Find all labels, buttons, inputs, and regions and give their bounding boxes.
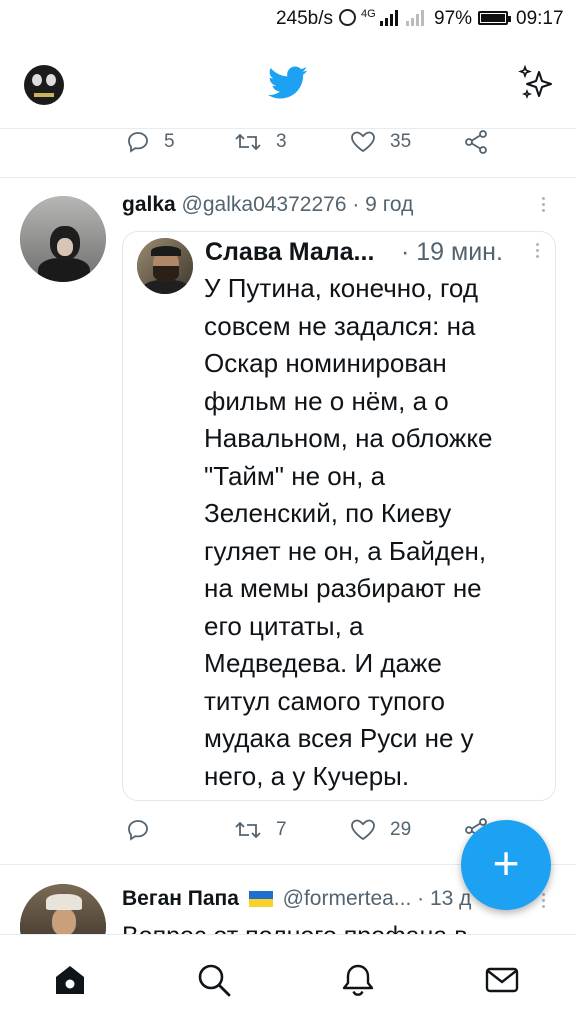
like-count: 35	[390, 131, 412, 152]
tweet2-author-handle[interactable]: @formertea...	[283, 887, 412, 910]
ukraine-flag-icon	[248, 891, 273, 907]
quoted-text: У Путина, конечно, год совсем не задался…	[204, 273, 493, 791]
twitter-bird-icon[interactable]	[268, 66, 308, 100]
quoted-more-icon	[536, 240, 540, 261]
status-bar: 245b/s 4G 97% 09:17	[0, 0, 576, 38]
tweet2-header: Веган Папа @formertea... · 13 д	[122, 887, 471, 911]
profile-avatar[interactable]	[24, 65, 64, 105]
like-count: 29	[390, 819, 412, 840]
network-type: 4G	[361, 8, 376, 20]
bottom-navigation	[0, 934, 576, 1025]
tweet-author-handle[interactable]: @galka04372276	[182, 193, 347, 216]
battery-icon	[478, 11, 511, 25]
like-button[interactable]: 35	[350, 130, 411, 154]
retweet-count: 3	[276, 131, 287, 152]
plus-icon: +	[492, 837, 520, 889]
reply-button[interactable]: 5	[126, 130, 175, 154]
retweet-icon	[235, 133, 261, 151]
home-icon[interactable]	[52, 962, 88, 998]
compose-tweet-button[interactable]: +	[461, 820, 551, 910]
signal-icon-secondary	[406, 10, 424, 26]
reply-icon	[128, 820, 148, 841]
quoted-tweet[interactable]: Слава Мала... · 19 мин. У Путина, конечн…	[122, 231, 556, 801]
battery-percent: 97%	[434, 8, 473, 29]
sparkle-icon[interactable]	[518, 64, 556, 102]
tweet-author-name[interactable]: galka	[122, 193, 176, 216]
prev-tweet-actions: 5 3 35	[0, 130, 576, 170]
share-button[interactable]	[463, 130, 489, 154]
quoted-author-name: Слава Мала...	[205, 238, 375, 266]
like-button[interactable]: 29	[350, 818, 411, 842]
reply-button[interactable]	[126, 818, 164, 842]
retweet-icon	[235, 821, 261, 839]
reply-count: 5	[164, 131, 175, 152]
share-icon	[465, 130, 487, 154]
app-header	[0, 40, 576, 129]
divider	[0, 177, 576, 178]
messages-icon[interactable]	[484, 962, 520, 998]
more-options-icon[interactable]	[542, 194, 546, 215]
reply-icon	[128, 132, 148, 153]
retweet-button[interactable]: 3	[234, 130, 287, 154]
heart-icon	[351, 819, 375, 841]
retweet-button[interactable]: 7	[234, 818, 287, 842]
heart-icon	[351, 131, 375, 153]
tweet-header: galka @galka04372276 · 9 год	[122, 193, 413, 217]
signal-icon	[380, 10, 398, 26]
quoted-time: · 19 мин.	[401, 238, 503, 266]
retweet-count: 7	[276, 819, 287, 840]
tweet-time[interactable]: · 9 год	[352, 193, 413, 216]
clock: 09:17	[516, 8, 564, 29]
search-icon[interactable]	[196, 962, 232, 998]
quoted-author-avatar	[137, 238, 193, 294]
alarm-icon	[339, 9, 356, 26]
tweet-author-avatar[interactable]	[20, 196, 106, 282]
tweet2-author-name[interactable]: Веган Папа	[122, 887, 239, 910]
notifications-icon[interactable]	[340, 962, 376, 998]
network-speed: 245b/s	[275, 8, 333, 29]
